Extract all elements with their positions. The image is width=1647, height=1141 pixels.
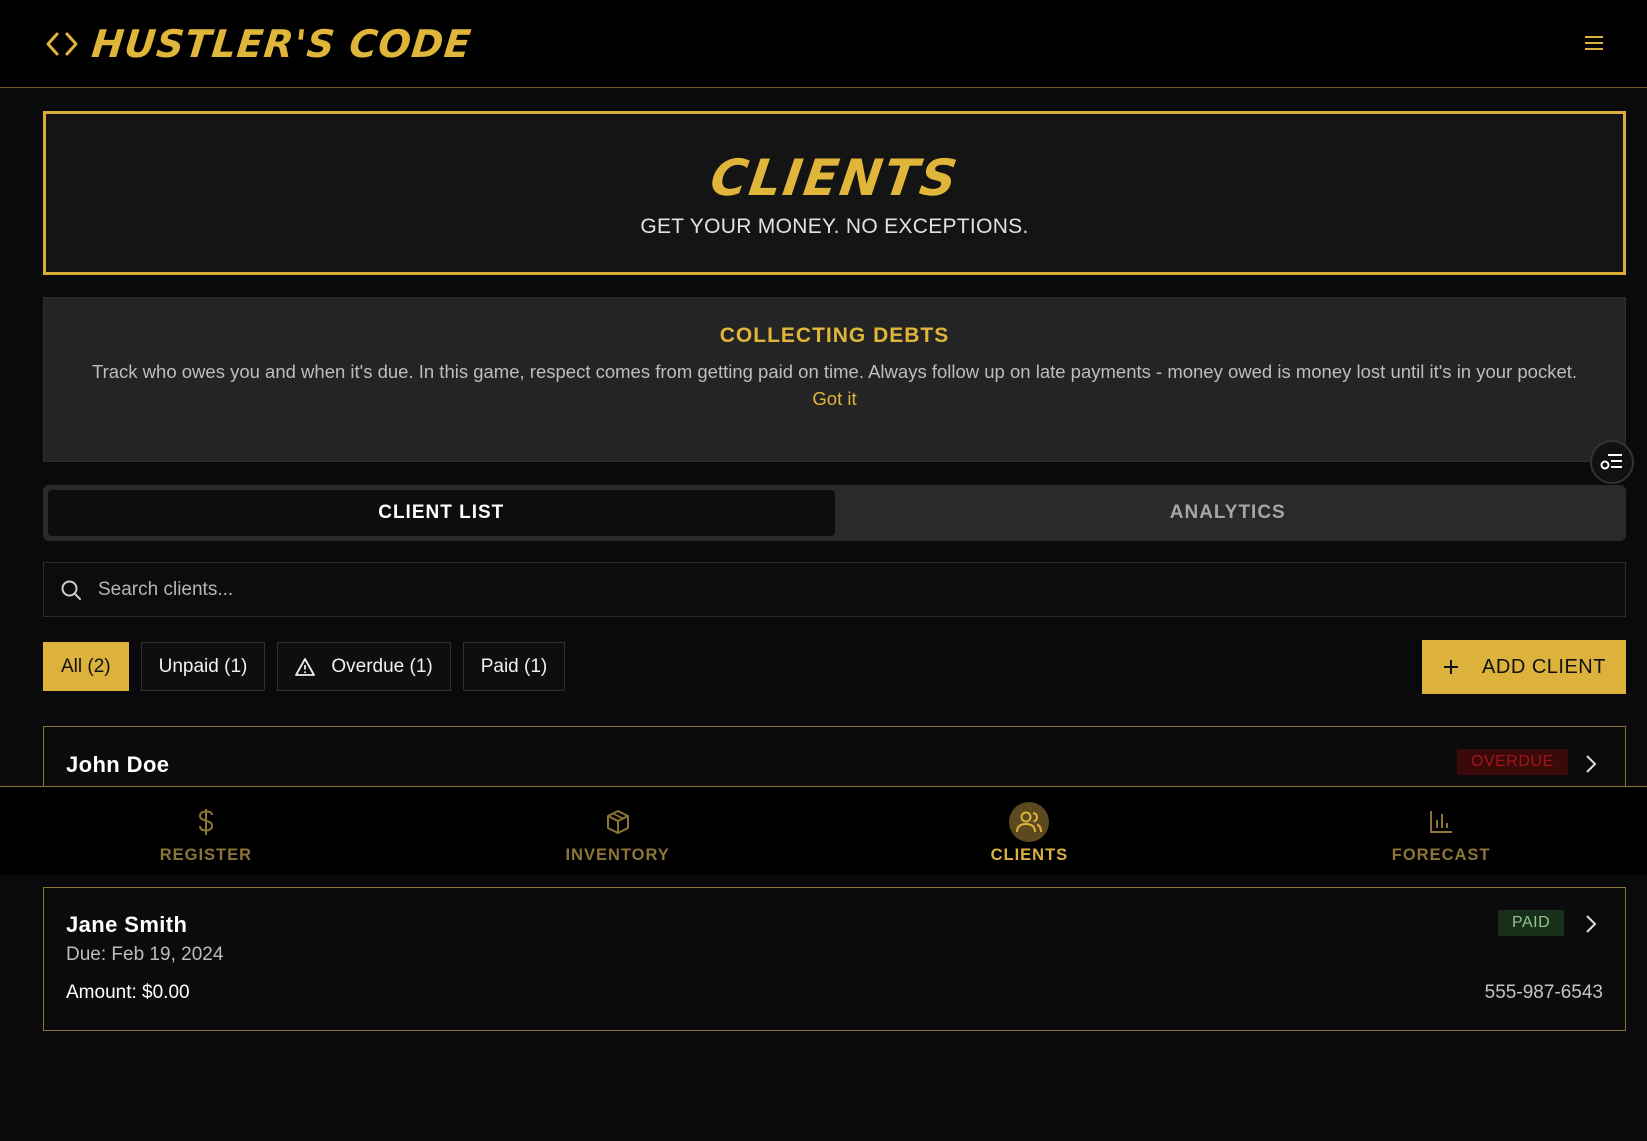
warning-triangle-icon [295,657,316,676]
code-brackets-icon [46,32,78,55]
nav-register[interactable]: REGISTER [0,787,412,875]
status-badge: OVERDUE [1457,749,1568,775]
nav-forecast[interactable]: FORECAST [1235,787,1647,875]
hamburger-menu-icon [1585,36,1603,50]
search-icon [61,580,81,600]
tip-title: COLLECTING DEBTS [719,324,950,347]
filter-paid-label: Paid (1) [480,655,548,677]
add-client-label: ADD CLIENT [1482,655,1606,678]
users-icon [1009,801,1050,842]
tip-dismiss-button[interactable]: Got it [812,385,856,412]
add-client-button[interactable]: ADD CLIENT [1422,640,1626,694]
filter-overdue-label: Overdue (1) [331,655,433,677]
tip-body: Track who owes you and when it's due. In… [91,361,1578,382]
nav-inventory[interactable]: INVENTORY [412,787,824,875]
nav-clients-label: CLIENTS [990,845,1069,864]
client-amount: Amount: $0.00 [66,982,190,1003]
nav-forecast-label: FORECAST [1391,845,1491,864]
bottom-navigation: REGISTER INVENTORY CLIENTS FORECAST [0,786,1647,875]
filter-all-label: All (2) [61,655,111,677]
client-name: John Doe [66,752,170,777]
top-bar: HUSTLER'S CODE [0,0,1647,88]
tip-panel: COLLECTING DEBTS Track who owes you and … [43,297,1626,462]
dollar-icon [186,802,226,842]
chevron-right-icon[interactable] [1584,754,1598,774]
brand[interactable]: HUSTLER'S CODE [44,21,474,66]
status-badge: PAID [1498,910,1565,936]
search-input[interactable] [98,578,1598,601]
status-filters: All (2) Unpaid (1) Overdue (1) Paid (1) [43,642,566,691]
filter-overdue[interactable]: Overdue (1) [277,642,451,691]
menu-button[interactable] [1581,30,1607,56]
page-subtitle: GET YOUR MONEY. NO EXCEPTIONS. [640,215,1029,238]
page-hero: CLIENTS GET YOUR MONEY. NO EXCEPTIONS. [43,111,1626,275]
filter-all[interactable]: All (2) [43,642,129,691]
list-settings-icon [1600,454,1622,470]
app-title: HUSTLER'S CODE [89,21,474,66]
view-tabs: CLIENT LIST ANALYTICS [43,485,1626,541]
nav-clients[interactable]: CLIENTS [824,787,1236,875]
box-icon [598,802,638,842]
chevron-right-icon[interactable] [1584,914,1598,934]
client-name: Jane Smith [66,912,188,937]
filter-paid[interactable]: Paid (1) [462,642,566,691]
tab-analytics[interactable]: ANALYTICS [835,490,1622,536]
filter-unpaid[interactable]: Unpaid (1) [140,642,266,691]
client-due-date: Due: Feb 19, 2024 [66,944,224,965]
client-card[interactable]: Jane Smith PAID Due: Feb 19, 2024 Amount… [43,887,1626,1031]
bar-chart-icon [1421,802,1461,842]
page-title: CLIENTS [706,149,963,207]
filter-unpaid-label: Unpaid (1) [158,655,248,677]
plus-icon [1444,660,1459,674]
tab-client-list[interactable]: CLIENT LIST [48,490,835,536]
floating-action-button[interactable] [1590,440,1634,484]
nav-register-label: REGISTER [159,845,253,864]
nav-inventory-label: INVENTORY [565,845,670,864]
client-phone[interactable]: 555-987-6543 [1485,982,1603,1004]
search-bar [43,562,1626,617]
